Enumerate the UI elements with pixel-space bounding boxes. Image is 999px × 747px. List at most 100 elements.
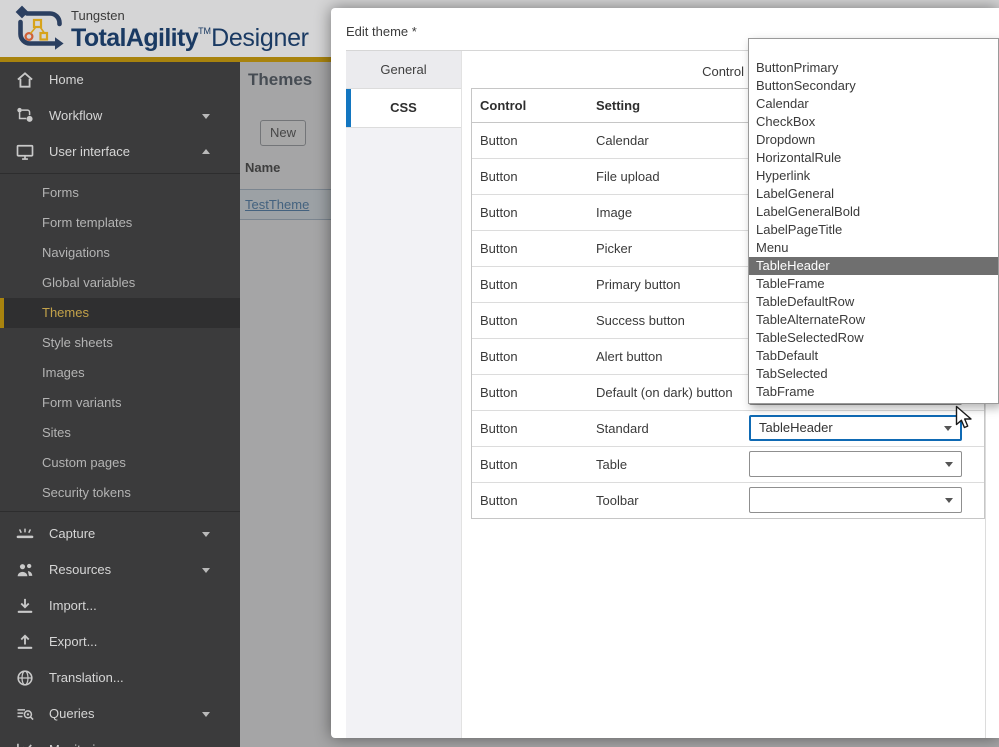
sidebar-item-queries[interactable]: Queries bbox=[0, 696, 240, 732]
dropdown-option[interactable]: TabFrame bbox=[749, 383, 998, 401]
setting-cell: Success button bbox=[596, 313, 685, 328]
sidebar-item-label: Forms bbox=[42, 185, 79, 200]
chevron-down-icon bbox=[202, 532, 210, 537]
sidebar-item-label: Form templates bbox=[42, 215, 133, 230]
sidebar-item-capture[interactable]: Capture bbox=[0, 516, 240, 552]
sidebar-item-label: Monitoring bbox=[49, 742, 110, 747]
chevron-up-icon bbox=[202, 149, 210, 154]
sidebar-item-workflow[interactable]: Workflow bbox=[0, 98, 240, 134]
table-row: Button Standard TableHeader bbox=[472, 410, 984, 446]
sidebar-item-sites[interactable]: Sites bbox=[0, 418, 240, 448]
dropdown-option[interactable]: TableFrame bbox=[749, 275, 998, 293]
control-cell: Button bbox=[480, 493, 518, 508]
dropdown-option[interactable]: TableDefaultRow bbox=[749, 293, 998, 311]
dropdown-option[interactable]: Dropdown bbox=[749, 131, 998, 149]
setting-cell: Calendar bbox=[596, 133, 649, 148]
control-cell: Button bbox=[480, 385, 518, 400]
dropdown-option[interactable]: TabSelected bbox=[749, 365, 998, 383]
sidebar-item-label: Themes bbox=[42, 305, 89, 320]
sidebar-item-label: Custom pages bbox=[42, 455, 126, 470]
sidebar-item-forms[interactable]: Forms bbox=[0, 178, 240, 208]
dialog-tab-strip: General CSS bbox=[346, 51, 462, 738]
dropdown-option[interactable]: Calendar bbox=[749, 95, 998, 113]
setting-cell: Image bbox=[596, 205, 633, 220]
table-row: Button Table bbox=[472, 446, 984, 482]
sidebar-item-label: Import... bbox=[49, 598, 97, 613]
chevron-down-icon bbox=[202, 114, 210, 119]
sidebar-item-resources[interactable]: Resources bbox=[0, 552, 240, 588]
setting-dropdown[interactable] bbox=[749, 487, 962, 513]
control-cell: Button bbox=[480, 421, 518, 436]
sidebar-item-label: Security tokens bbox=[42, 485, 131, 500]
sidebar-item-navigations[interactable]: Navigations bbox=[0, 238, 240, 268]
setting-dropdown[interactable] bbox=[749, 451, 962, 477]
sidebar-item-label: Navigations bbox=[42, 245, 110, 260]
dropdown-option[interactable]: LabelGeneral bbox=[749, 185, 998, 203]
setting-cell: Toolbar bbox=[596, 493, 639, 508]
chevron-down-icon[interactable] bbox=[944, 426, 952, 431]
translation-icon bbox=[15, 668, 35, 688]
dropdown-option[interactable]: ButtonPrimary bbox=[749, 59, 998, 77]
dropdown-popup: ButtonPrimary ButtonSecondary Calendar Chec… bbox=[748, 38, 999, 404]
dropdown-option[interactable]: LabelGeneralBold bbox=[749, 203, 998, 221]
sidebar-item-translation[interactable]: Translation... bbox=[0, 660, 240, 696]
sidebar-item-custom-pages[interactable]: Custom pages bbox=[0, 448, 240, 478]
sidebar-item-user-interface[interactable]: User interface bbox=[0, 134, 240, 170]
app-root: Themes New Name TestTheme Tungsten Total… bbox=[0, 0, 999, 747]
setting-cell: Primary button bbox=[596, 277, 681, 292]
dropdown-option[interactable]: CheckBox bbox=[749, 113, 998, 131]
sidebar-item-form-variants[interactable]: Form variants bbox=[0, 388, 240, 418]
sidebar-item-export[interactable]: Export... bbox=[0, 624, 240, 660]
dropdown-option[interactable]: Hyperlink bbox=[749, 167, 998, 185]
sidebar-item-images[interactable]: Images bbox=[0, 358, 240, 388]
dropdown-option[interactable]: TableAlternateRow bbox=[749, 311, 998, 329]
sidebar-divider bbox=[0, 170, 240, 178]
dropdown-option[interactable]: TableHeader bbox=[749, 257, 998, 275]
dropdown-option[interactable]: TableSelectedRow bbox=[749, 329, 998, 347]
setting-cell: Table bbox=[596, 457, 628, 472]
sidebar-item-label: Sites bbox=[42, 425, 71, 440]
dropdown-option[interactable]: HorizontalRule bbox=[749, 149, 998, 167]
setting-dropdown-cell: TableHeader bbox=[749, 411, 984, 446]
dropdown-option[interactable]: TabDefault bbox=[749, 347, 998, 365]
sidebar-item-label: Translation... bbox=[49, 670, 124, 685]
sidebar-item-form-templates[interactable]: Form templates bbox=[0, 208, 240, 238]
sidebar-item-label: Resources bbox=[49, 562, 112, 577]
workflow-icon bbox=[15, 106, 35, 126]
control-cell: Button bbox=[480, 349, 518, 364]
setting-dropdown[interactable]: TableHeader bbox=[749, 415, 962, 441]
sidebar-item-label: Global variables bbox=[42, 275, 136, 290]
sidebar-divider bbox=[0, 508, 240, 516]
sidebar-item-monitoring[interactable]: Monitoring bbox=[0, 732, 240, 747]
monitoring-icon bbox=[15, 740, 35, 747]
import-icon bbox=[15, 596, 35, 616]
sidebar-item-label: Capture bbox=[49, 526, 96, 541]
setting-cell: Picker bbox=[596, 241, 633, 256]
setting-dropdown-cell bbox=[749, 447, 984, 482]
sidebar-item-label: User interface bbox=[49, 144, 130, 159]
column-header-setting: Setting bbox=[596, 98, 641, 113]
chevron-down-icon[interactable] bbox=[945, 498, 953, 503]
control-cell: Button bbox=[480, 241, 518, 256]
sidebar-item-style-sheets[interactable]: Style sheets bbox=[0, 328, 240, 358]
control-cell: Button bbox=[480, 169, 518, 184]
control-cell: Button bbox=[480, 205, 518, 220]
setting-dropdown-cell bbox=[749, 483, 984, 518]
chevron-down-icon[interactable] bbox=[945, 462, 953, 467]
sidebar-item-home[interactable]: Home bbox=[0, 62, 240, 98]
dropdown-option[interactable]: Menu bbox=[749, 239, 998, 257]
tab-css[interactable]: CSS bbox=[346, 89, 461, 128]
dropdown-option[interactable]: ButtonSecondary bbox=[749, 77, 998, 95]
control-cell: Button bbox=[480, 277, 518, 292]
dialog-title: Edit theme * bbox=[346, 24, 417, 39]
dropdown-option[interactable] bbox=[749, 41, 998, 59]
sidebar-item-security-tokens[interactable]: Security tokens bbox=[0, 478, 240, 508]
brand-totalagility: TotalAgility bbox=[71, 24, 199, 52]
dropdown-option[interactable]: LabelPageTitle bbox=[749, 221, 998, 239]
brand-designer: Designer bbox=[211, 24, 309, 52]
sidebar-item-import[interactable]: Import... bbox=[0, 588, 240, 624]
tab-general[interactable]: General bbox=[346, 51, 461, 89]
setting-cell: File upload bbox=[596, 169, 660, 184]
sidebar-item-global-variables[interactable]: Global variables bbox=[0, 268, 240, 298]
sidebar-item-themes[interactable]: Themes bbox=[0, 298, 240, 328]
